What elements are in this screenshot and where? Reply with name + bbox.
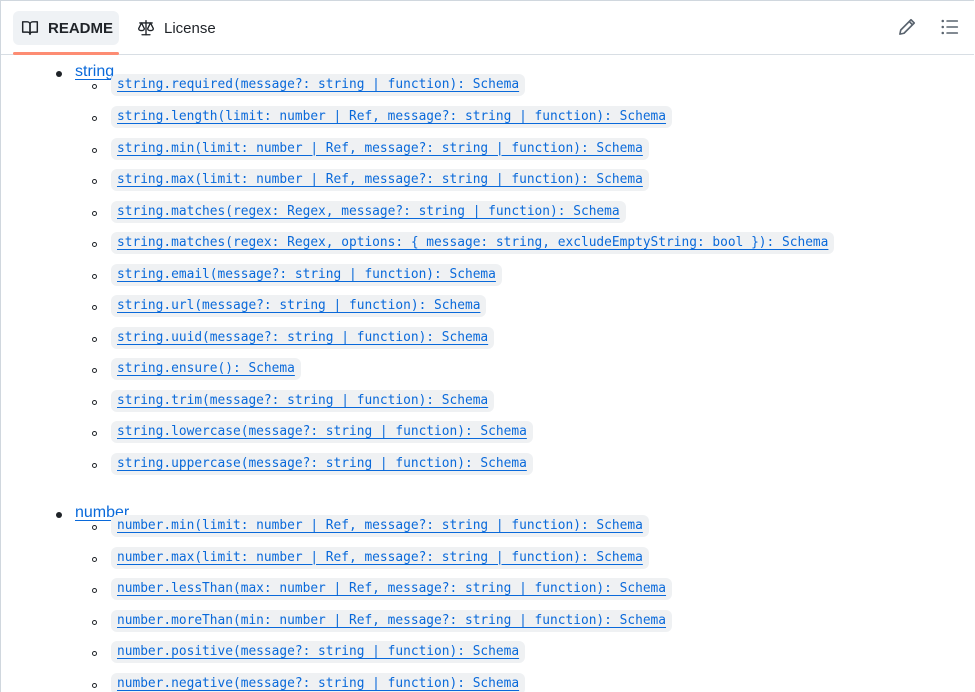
- api-link[interactable]: string.min(limit: number | Ref, message?…: [111, 137, 649, 160]
- api-link-text: string.length(limit: number | Ref, messa…: [117, 108, 667, 124]
- api-link[interactable]: number.positive(message?: string | funct…: [111, 641, 526, 664]
- api-link[interactable]: number.max(limit: number | Ref, message?…: [111, 546, 649, 569]
- api-link[interactable]: string.ensure(): Schema: [111, 358, 301, 381]
- list-bullet: [92, 179, 97, 185]
- list-bullet: [92, 524, 97, 530]
- list-bullet: [92, 368, 97, 374]
- api-link[interactable]: string.uppercase(message?: string | func…: [111, 453, 533, 475]
- api-link[interactable]: number.negative(message?: string | funct…: [111, 672, 526, 692]
- list-bullet: [92, 115, 97, 121]
- list-bullet: [92, 305, 97, 311]
- api-link-text: string.max(limit: number | Ref, message?…: [117, 172, 643, 188]
- active-tab-indicator: [13, 52, 119, 55]
- tab-readme-label: README: [48, 19, 114, 37]
- api-link[interactable]: number.lessThan(max: number | Ref, messa…: [111, 578, 673, 601]
- api-link[interactable]: string.required(message?: string | funct…: [111, 74, 526, 97]
- api-link[interactable]: string.matches(regex: Regex, options: { …: [111, 232, 835, 255]
- list-bullet: [92, 273, 97, 279]
- list-bullet: [92, 399, 97, 405]
- api-link-text: number.positive(message?: string | funct…: [117, 644, 520, 660]
- api-link-text: string.matches(regex: Regex, message?: s…: [117, 203, 620, 219]
- list-bullet: [92, 242, 97, 248]
- scale-icon: [137, 19, 155, 37]
- api-link[interactable]: string.trim(message?: string | function)…: [111, 389, 495, 412]
- api-link-text: string.matches(regex: Regex, options: { …: [117, 235, 829, 251]
- list-bullet: [92, 210, 97, 216]
- book-icon: [21, 19, 39, 37]
- list-bullet: [92, 682, 97, 688]
- list-bullet: [92, 588, 97, 594]
- api-link-text: string.trim(message?: string | function)…: [117, 392, 489, 408]
- api-link-text: number.min(limit: number | Ref, message?…: [117, 517, 643, 533]
- api-link[interactable]: string.url(message?: string | function):…: [111, 295, 487, 318]
- tab-license[interactable]: License: [129, 11, 229, 45]
- api-link-text: string.uuid(message?: string | function)…: [117, 329, 489, 345]
- list-icon[interactable]: [940, 17, 960, 37]
- tab-license-label: License: [164, 19, 216, 37]
- section-link-0[interactable]: string: [75, 63, 114, 81]
- api-link-text: string.url(message?: string | function):…: [117, 298, 481, 314]
- api-link-text: number.max(limit: number | Ref, message?…: [117, 549, 643, 565]
- api-link-text: string.min(limit: number | Ref, message?…: [117, 140, 643, 156]
- readme-tab-bar: README License: [1, 1, 974, 55]
- readme-content: string string.required(message?: string |…: [1, 56, 974, 692]
- list-bullet: [92, 619, 97, 625]
- api-link-text: number.negative(message?: string | funct…: [117, 675, 520, 691]
- list-bullet: [56, 71, 62, 77]
- list-bullet: [92, 556, 97, 562]
- list-bullet: [56, 511, 62, 518]
- tab-readme[interactable]: README: [13, 11, 119, 45]
- readme-panel: README License string string.required(me…: [0, 0, 974, 692]
- list-bullet: [92, 463, 97, 468]
- list-bullet: [92, 336, 97, 342]
- api-link-text: number.lessThan(max: number | Ref, messa…: [117, 581, 667, 597]
- api-link[interactable]: string.matches(regex: Regex, message?: s…: [111, 200, 626, 223]
- api-link[interactable]: string.length(limit: number | Ref, messa…: [111, 105, 673, 128]
- api-link-text: number.moreThan(min: number | Ref, messa…: [117, 612, 667, 628]
- api-link[interactable]: number.moreThan(min: number | Ref, messa…: [111, 609, 673, 632]
- api-link-text: string.ensure(): Schema: [117, 361, 295, 377]
- api-link-text: string.required(message?: string | funct…: [117, 77, 520, 93]
- api-link[interactable]: string.email(message?: string | function…: [111, 263, 502, 286]
- api-link-text: string.email(message?: string | function…: [117, 266, 496, 282]
- list-bullet: [92, 431, 97, 437]
- api-link[interactable]: number.min(limit: number | Ref, message?…: [111, 514, 649, 537]
- api-link-text: string.lowercase(message?: string | func…: [117, 424, 527, 440]
- list-bullet: [92, 651, 97, 657]
- api-link-text: string.uppercase(message?: string | func…: [117, 456, 527, 471]
- list-bullet: [92, 147, 97, 153]
- pencil-icon[interactable]: [897, 17, 917, 37]
- api-link[interactable]: string.lowercase(message?: string | func…: [111, 421, 533, 444]
- list-bullet: [92, 84, 97, 90]
- api-link[interactable]: string.max(limit: number | Ref, message?…: [111, 169, 649, 192]
- api-link[interactable]: string.uuid(message?: string | function)…: [111, 326, 495, 349]
